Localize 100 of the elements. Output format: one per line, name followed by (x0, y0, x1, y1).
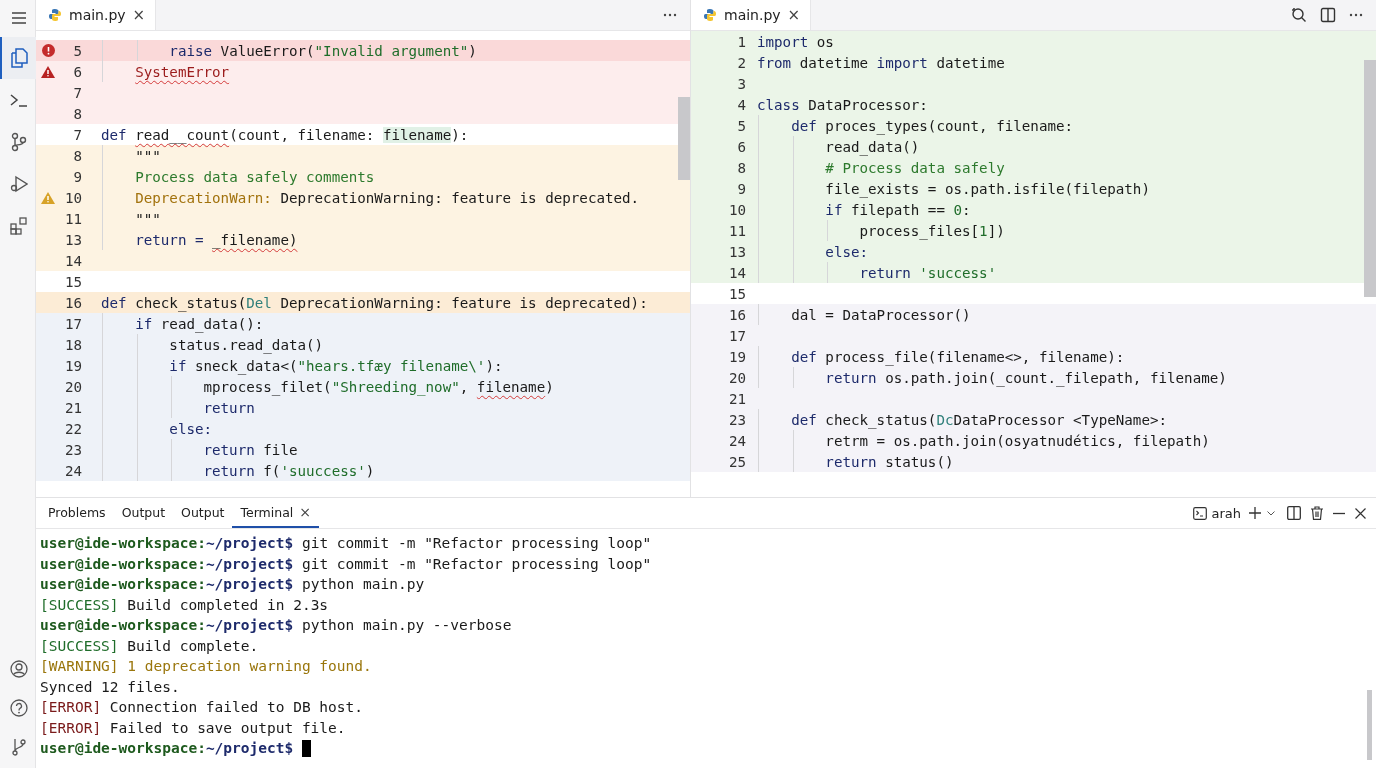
line-number: 18 (63, 336, 82, 353)
code-line: def check_status(DcDataProcessor <TypeName>: (790, 411, 1168, 428)
code-line: return os.path.join(_count._filepath, filename) (824, 369, 1227, 386)
plus-icon[interactable] (1249, 507, 1261, 519)
chevron-down-icon[interactable] (1267, 510, 1275, 516)
line-number: 15 (727, 285, 746, 302)
terminal-icon (1193, 506, 1208, 520)
panel-tab[interactable]: Terminal × (232, 498, 320, 528)
terminal-line: user@ide-workspace:~/project$ python main.py (40, 576, 425, 593)
code-line: if sneck_data<("hears.tfæy filename\'): (168, 357, 503, 374)
line-number: 4 (736, 96, 746, 113)
code-line: file_exists = os.path.isfile(filepath) (824, 180, 1150, 197)
code-line: from datetime import datetime (757, 54, 1005, 71)
close-icon[interactable]: × (299, 504, 312, 520)
line-number: 9 (72, 168, 82, 185)
terminal-line: [SUCCESS] Build complete. (40, 637, 259, 654)
scrollbar[interactable] (1364, 60, 1376, 297)
close-icon[interactable]: × (787, 6, 801, 24)
code-line: return = _filename) (134, 231, 298, 248)
line-number: 8 (72, 147, 82, 164)
terminal-line: Synced 12 files. (40, 678, 180, 695)
panel-tab[interactable]: Output (113, 498, 174, 528)
panel-tab[interactable]: Output (173, 498, 233, 528)
terminal-line: user@ide-workspace:~/project$ (40, 740, 294, 757)
terminal-icon (9, 93, 28, 107)
editor-tab[interactable]: main.py × (36, 0, 157, 30)
line-number: 22 (63, 420, 82, 437)
code-line: def check_status(Del DeprecationWarning: feature is deprecated): (101, 294, 648, 311)
line-number: 1 (736, 33, 746, 50)
scrollbar[interactable] (1367, 690, 1372, 760)
code-line: if filepath == 0: (824, 201, 971, 218)
code-line: SystemError (134, 63, 230, 80)
line-number: 14 (727, 264, 746, 281)
line-number: 5 (72, 42, 82, 59)
minimize-icon[interactable] (1333, 511, 1345, 515)
line-number: 5 (736, 117, 746, 134)
files-icon (9, 48, 28, 68)
code-line: DeprecationWarn: DeprecationWarning: feature is deprecated. (134, 189, 640, 206)
code-line: return f('suuccess') (202, 462, 375, 479)
line-number: 7 (72, 84, 82, 101)
close-icon[interactable] (1355, 507, 1366, 519)
python-file-icon (48, 8, 62, 22)
code-line: return (202, 399, 255, 416)
menu-icon (10, 11, 27, 25)
code-line: dal = DataProcessor() (790, 306, 971, 323)
line-number: 23 (727, 411, 746, 428)
code-line: def process_file(filename<>, filename): (790, 348, 1125, 365)
search-icon[interactable] (1291, 7, 1307, 23)
line-number: 19 (727, 348, 746, 365)
account-icon (9, 659, 28, 678)
terminal-line: [SUCCESS] Build completed in 2.3s (40, 596, 329, 613)
terminal-line: [ERROR] Connection failed to DB host. (40, 699, 363, 716)
terminal-line: user@ide-workspace:~/project$ python main.py --verbose (40, 617, 512, 634)
panel-tab[interactable]: Problems (40, 498, 114, 528)
line-number: 20 (727, 369, 746, 386)
line-number: 6 (72, 63, 82, 80)
split-editor-icon[interactable] (1320, 7, 1336, 23)
line-number: 10 (727, 201, 746, 218)
terminal-line: user@ide-workspace:~/project$ git commit -m "Refactor processing loop" (40, 555, 652, 572)
terminal-line: [ERROR] Failed to save output file. (40, 719, 346, 736)
code-line: retrm = os.path.join(osyatnudétics, filepath) (824, 432, 1210, 449)
line-number: 17 (727, 327, 746, 344)
code-line: return 'success' (858, 264, 997, 281)
trash-icon[interactable] (1311, 506, 1323, 520)
more-icon[interactable] (1349, 13, 1363, 17)
extensions-icon (9, 217, 28, 235)
terminal-line: user@ide-workspace:~/project$ git commit -m "Refactor processing loop" (40, 535, 652, 552)
editor-tab[interactable]: main.py × (691, 0, 812, 30)
code-line: class DataProcessor: (757, 96, 928, 113)
close-icon[interactable]: × (132, 6, 146, 24)
scrollbar[interactable] (678, 97, 690, 180)
line-number: 7 (72, 126, 82, 143)
code-line: status.read_data() (168, 336, 324, 353)
line-number: 24 (727, 432, 746, 449)
more-icon[interactable] (663, 13, 677, 17)
line-number: 23 (63, 441, 82, 458)
code-line: Process data safely comments (134, 168, 375, 185)
line-number: 15 (63, 273, 82, 290)
terminal-line: [WARNING] 1 deprecation warning found. (40, 658, 372, 675)
line-number: 13 (727, 243, 746, 260)
line-number: 20 (63, 378, 82, 395)
line-number: 10 (63, 189, 82, 206)
code-line: if read_data(): (134, 315, 264, 332)
line-number: 24 (63, 462, 82, 479)
line-number: 8 (736, 159, 746, 176)
line-number: 21 (727, 390, 746, 407)
explorer-button[interactable] (0, 37, 36, 79)
terminal-selector[interactable]: arah (1193, 505, 1241, 521)
line-number: 8 (72, 105, 82, 122)
code-line: else: (168, 420, 213, 437)
python-file-icon (703, 8, 717, 22)
split-terminal-icon[interactable] (1287, 506, 1301, 520)
line-number: 11 (727, 222, 746, 239)
code-line: process_files[1]) (858, 222, 1005, 239)
code-line: return status() (824, 453, 954, 470)
line-number: 11 (63, 210, 82, 227)
source-control-icon (10, 132, 27, 152)
code-line: """ (134, 147, 161, 164)
line-number: 2 (736, 54, 746, 71)
line-number: 21 (63, 399, 82, 416)
